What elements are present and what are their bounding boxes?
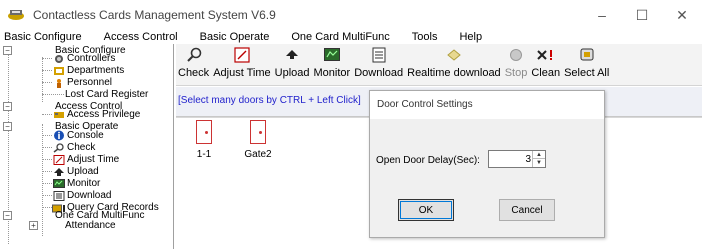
- tree-console[interactable]: Console: [52, 130, 104, 141]
- tree-download[interactable]: Download: [52, 190, 111, 201]
- select-all-icon: [578, 44, 596, 66]
- personnel-icon: [52, 78, 65, 88]
- magnifier-icon: [185, 44, 203, 66]
- window-title: Contactless Cards Management System V6.9: [33, 8, 276, 22]
- dialog-title: Door Control Settings: [370, 91, 604, 119]
- door-control-settings-dialog: Door Control Settings Open Door Delay(Se…: [369, 90, 605, 238]
- stop-icon: [509, 44, 523, 66]
- selection-hint: [Select many doors by CTRL + Left Click]: [178, 95, 361, 106]
- monitor-icon: [52, 178, 65, 189]
- select-all-button[interactable]: Select All: [562, 44, 611, 86]
- cancel-button[interactable]: Cancel: [499, 199, 555, 221]
- adjust-time-button[interactable]: Adjust Time: [211, 44, 272, 86]
- realtime-download-button[interactable]: Realtime download: [405, 44, 503, 86]
- navigation-tree: − Basic Configure Controllers Department…: [0, 44, 174, 249]
- ok-button[interactable]: OK: [398, 199, 454, 221]
- open-door-delay-spinner[interactable]: 3 ▲ ▼: [488, 150, 546, 168]
- adjust-time-icon: [234, 44, 250, 66]
- collapse-basic-configure[interactable]: −: [3, 46, 12, 55]
- menu-help[interactable]: Help: [455, 31, 486, 43]
- realtime-download-icon: [446, 44, 462, 66]
- menu-basic-configure[interactable]: Basic Configure: [0, 31, 86, 43]
- upload-icon: [52, 167, 65, 177]
- collapse-basic-operate[interactable]: −: [3, 122, 12, 131]
- adjust-time-icon: [52, 154, 65, 165]
- tree-lost-card-register[interactable]: Lost Card Register: [65, 89, 148, 100]
- upload-button[interactable]: Upload: [273, 44, 312, 86]
- tree-monitor[interactable]: Monitor: [52, 178, 100, 189]
- tree-departments[interactable]: Departments: [52, 65, 124, 76]
- maximize-button[interactable]: ☐: [622, 0, 662, 30]
- clean-icon: [536, 44, 556, 66]
- monitor-button[interactable]: Monitor: [312, 44, 353, 86]
- tree-check[interactable]: Check: [52, 142, 95, 153]
- app-icon: [5, 7, 27, 23]
- menu-tools[interactable]: Tools: [408, 31, 442, 43]
- door-item[interactable]: Gate2: [238, 120, 278, 160]
- minimize-button[interactable]: –: [582, 0, 622, 30]
- open-door-delay-value[interactable]: 3: [525, 154, 531, 165]
- upload-icon: [284, 44, 300, 66]
- menu-bar: Basic Configure Access Control Basic Ope…: [0, 30, 702, 44]
- menu-one-card-multifunc[interactable]: One Card MultiFunc: [287, 31, 393, 43]
- check-button[interactable]: Check: [176, 44, 211, 86]
- door-item[interactable]: 1-1: [184, 120, 224, 160]
- menu-basic-operate[interactable]: Basic Operate: [196, 31, 274, 43]
- collapse-access-control[interactable]: −: [3, 102, 12, 111]
- tree-access-privilege[interactable]: Access Privilege: [52, 109, 140, 120]
- download-icon: [372, 44, 386, 66]
- download-icon: [52, 190, 65, 201]
- collapse-one-card-multifunc[interactable]: −: [3, 211, 12, 220]
- tree-personnel[interactable]: Personnel: [52, 77, 112, 88]
- door-icon: [250, 120, 266, 144]
- door-icon: [196, 120, 212, 144]
- monitor-icon: [323, 44, 340, 66]
- tree-adjust-time[interactable]: Adjust Time: [52, 154, 119, 165]
- toolbar: Check Adjust Time Upload Monitor Downloa…: [176, 44, 702, 86]
- stop-button[interactable]: Stop: [503, 44, 530, 86]
- departments-icon: [52, 66, 65, 76]
- controllers-icon: [52, 54, 65, 64]
- tree-controllers[interactable]: Controllers: [52, 53, 115, 64]
- expand-attendance[interactable]: +: [29, 221, 38, 230]
- open-door-delay-label: Open Door Delay(Sec):: [376, 155, 480, 166]
- tree-attendance[interactable]: Attendance: [65, 220, 116, 231]
- check-magnifier-icon: [52, 142, 65, 153]
- spin-up-icon[interactable]: ▲: [533, 151, 545, 159]
- tree-upload[interactable]: Upload: [52, 166, 99, 177]
- spin-down-icon[interactable]: ▼: [533, 159, 545, 167]
- clean-button[interactable]: Clean: [529, 44, 562, 86]
- info-icon: [52, 130, 65, 141]
- download-button[interactable]: Download: [352, 44, 405, 86]
- menu-access-control[interactable]: Access Control: [100, 31, 182, 43]
- close-button[interactable]: ✕: [662, 0, 702, 30]
- title-bar: Contactless Cards Management System V6.9…: [0, 0, 702, 30]
- access-privilege-icon: [52, 110, 65, 120]
